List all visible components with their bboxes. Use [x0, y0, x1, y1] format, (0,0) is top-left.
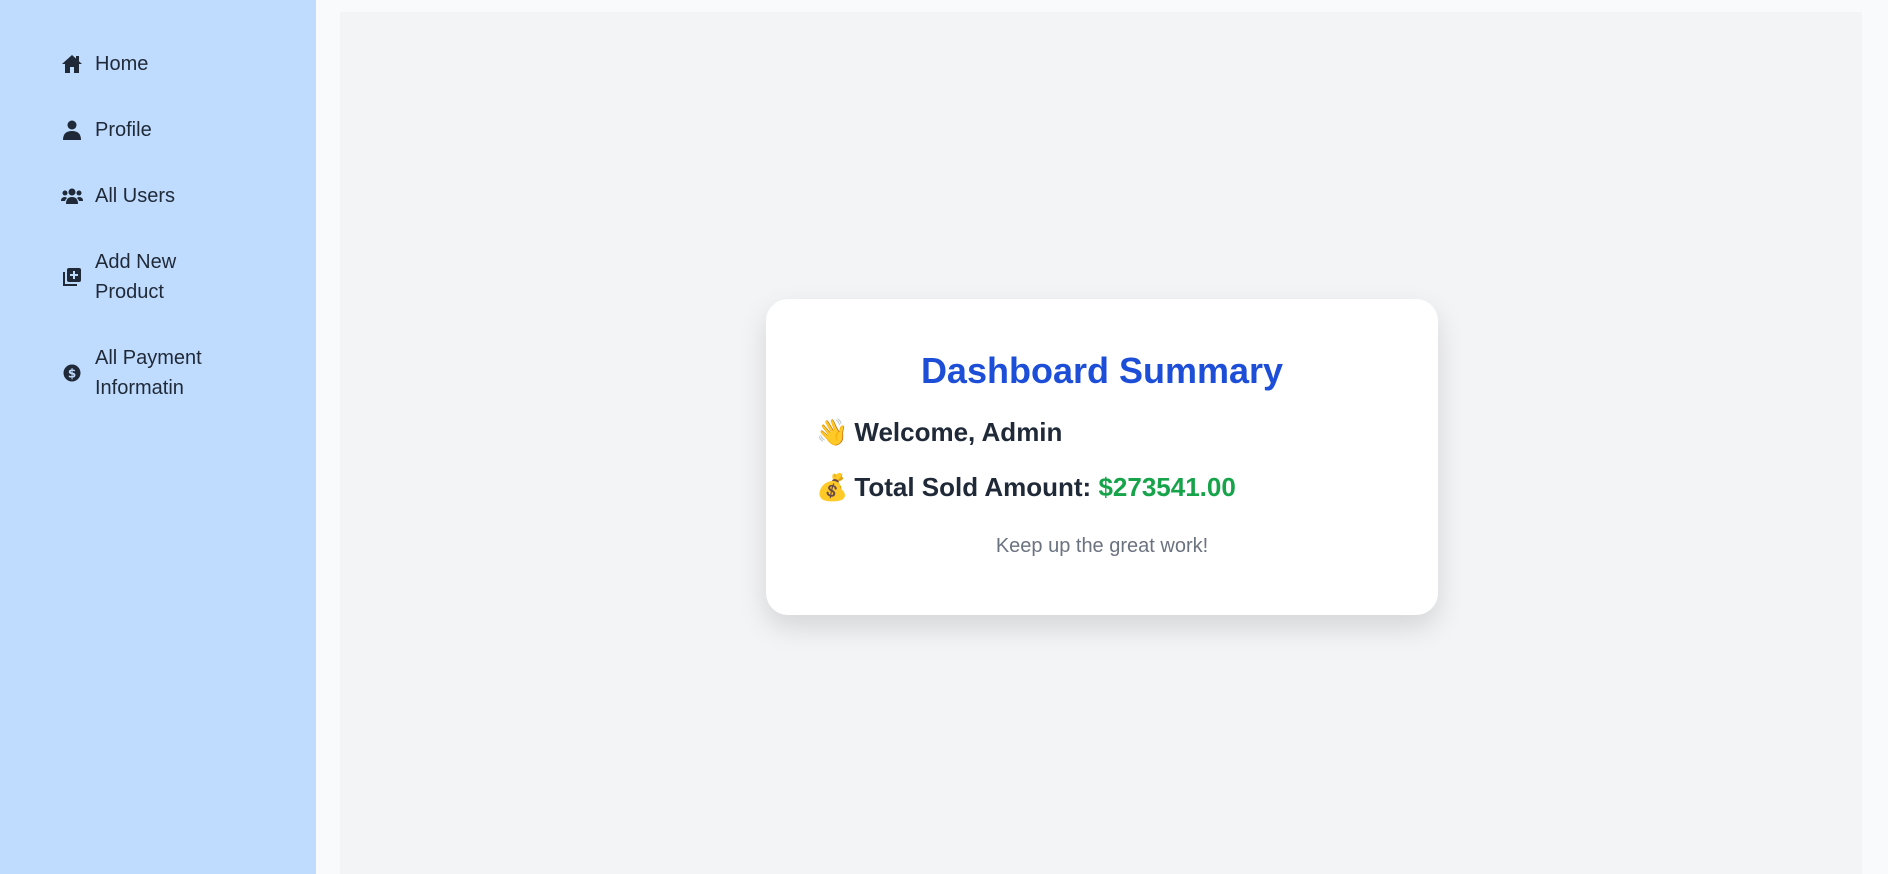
page-title: Dashboard Summary [920, 350, 1284, 391]
sidebar-item-all-users[interactable]: All Users [60, 181, 235, 211]
sidebar-item-label: All Payment Informatin [95, 347, 202, 399]
sidebar-item-label: Profile [95, 119, 152, 141]
svg-text:$: $ [68, 367, 76, 381]
dollar-circle-icon: $ [60, 363, 84, 383]
encouragement-note: Keep up the great work! [995, 535, 1209, 557]
sidebar-item-all-payment-information[interactable]: $ All Payment Informatin [60, 343, 235, 403]
total-sold-row: 💰 Total Sold Amount: $273541.00 [816, 470, 1388, 505]
sidebar-item-home[interactable]: Home [60, 49, 235, 79]
sidebar-item-label: Add New Product [95, 251, 177, 303]
home-icon [60, 54, 84, 74]
sidebar-item-label: Home [95, 53, 149, 75]
total-sold-label: Total Sold Amount: [854, 472, 1092, 502]
user-icon [60, 120, 84, 140]
welcome-text: Welcome, Admin [854, 417, 1063, 447]
dashboard-summary-card: Dashboard Summary 👋 Welcome, Admin 💰 Total… [766, 299, 1438, 615]
total-sold-value: $273541.00 [1098, 472, 1236, 502]
sidebar: Home Profile All Users Add New Product $… [0, 0, 316, 874]
sidebar-item-profile[interactable]: Profile [60, 115, 235, 145]
money-bag-icon: 💰 [816, 473, 849, 503]
welcome-message: 👋 Welcome, Admin [816, 415, 1388, 450]
main-content: Dashboard Summary 👋 Welcome, Admin 💰 Total… [340, 12, 1862, 874]
users-icon [60, 186, 84, 206]
add-box-icon [60, 267, 84, 287]
waving-hand-icon: 👋 [816, 418, 849, 448]
sidebar-item-add-new-product[interactable]: Add New Product [60, 247, 235, 307]
sidebar-item-label: All Users [95, 185, 176, 207]
